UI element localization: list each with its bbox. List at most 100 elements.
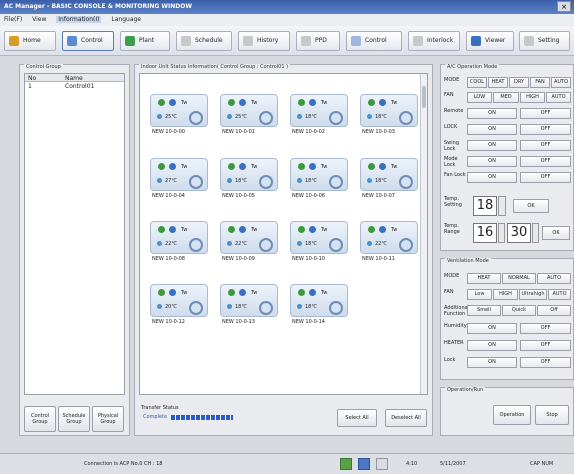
temp-low-spinner[interactable] — [498, 223, 505, 243]
vent-fan-ultrahigh-button[interactable]: Ultrahigh — [519, 289, 547, 300]
stop-button[interactable]: Stop — [535, 405, 569, 425]
unit-card[interactable]: Tw 25℃ — [220, 94, 278, 127]
swing-lock-on-button[interactable]: ON — [467, 140, 517, 151]
indoor-unit[interactable]: Tw 18℃ NEW 10-0-03 — [360, 94, 418, 138]
temp-setting-spinner[interactable] — [498, 196, 506, 216]
unit-card[interactable]: Tw 18℃ — [290, 284, 348, 317]
control-group-list[interactable]: No Name 1 Control01 — [24, 73, 125, 395]
unit-card[interactable]: Tw 22℃ — [220, 221, 278, 254]
fan-high-button[interactable]: HIGH — [520, 92, 545, 103]
temp-setting-field[interactable]: 18 — [473, 196, 497, 216]
indoor-unit[interactable]: Tw 18℃ NEW 10-0-02 — [290, 94, 348, 138]
schedule-group-button[interactable]: Schedule Group — [58, 406, 90, 432]
indoor-unit[interactable]: Tw 27℃ NEW 10-0-04 — [150, 158, 208, 202]
indoor-unit[interactable]: Tw 25℃ NEW 10-0-00 — [150, 94, 208, 138]
indoor-unit[interactable]: Tw 22℃ NEW 10-0-09 — [220, 221, 278, 265]
control-group-button[interactable]: Control Group — [24, 406, 56, 432]
indoor-unit[interactable]: Tw 22℃ NEW 10-0-11 — [360, 221, 418, 265]
mode-dry-button[interactable]: DRY — [509, 77, 529, 88]
temp-low-field[interactable]: 16 — [473, 223, 497, 243]
deselect-all-button[interactable]: Deselect All — [385, 409, 427, 427]
mode-auto-button[interactable]: AUTO — [551, 77, 571, 88]
vent-fan-low-button[interactable]: Low — [467, 289, 492, 300]
unit-card[interactable]: Tw 18℃ — [360, 94, 418, 127]
unit-card[interactable]: Tw 22℃ — [150, 221, 208, 254]
vent-auto-button[interactable]: AUTO — [537, 273, 571, 284]
unit-card[interactable]: Tw 25℃ — [150, 94, 208, 127]
unit-scrollbar[interactable] — [420, 74, 427, 394]
temp-high-spinner[interactable] — [532, 223, 539, 243]
ppd-button[interactable]: PPD — [296, 31, 340, 51]
fan-lock-on-button[interactable]: ON — [467, 172, 517, 183]
unit-card[interactable]: Tw 18℃ — [220, 284, 278, 317]
unit-card[interactable]: Tw 18℃ — [290, 94, 348, 127]
indoor-unit[interactable]: Tw 18℃ NEW 10-0-13 — [220, 284, 278, 328]
unit-card[interactable]: Tw 18℃ — [290, 158, 348, 191]
operation-button[interactable]: Operation — [493, 405, 531, 425]
vent-lock-off-button[interactable]: OFF — [520, 357, 571, 368]
temp-high-field[interactable]: 30 — [507, 223, 531, 243]
list-item[interactable]: 1 Control01 — [25, 83, 124, 90]
indoor-unit[interactable]: Tw 20℃ NEW 10-0-12 — [150, 284, 208, 328]
unit-card[interactable]: Tw 22℃ — [360, 221, 418, 254]
swing-lock-off-button[interactable]: OFF — [520, 140, 571, 151]
vent-lock-on-button[interactable]: ON — [467, 357, 517, 368]
remote-off-button[interactable]: OFF — [520, 108, 571, 119]
humidity-on-button[interactable]: ON — [467, 323, 517, 334]
setting-button[interactable]: Setting — [519, 31, 570, 51]
temp-range-ok-button[interactable]: OK — [542, 226, 570, 240]
heater-on-button[interactable]: ON — [467, 340, 517, 351]
indoor-unit[interactable]: Tw 22℃ NEW 10-0-08 — [150, 221, 208, 265]
mode-lock-on-button[interactable]: ON — [467, 156, 517, 167]
vent-fan-auto-button[interactable]: AUTO — [548, 289, 571, 300]
menu-language[interactable]: Language — [111, 16, 141, 23]
interlock-button[interactable]: Interlock — [408, 31, 460, 51]
unit-card[interactable]: Tw 18℃ — [290, 221, 348, 254]
scroll-thumb[interactable] — [422, 86, 426, 108]
close-icon[interactable]: × — [557, 1, 571, 12]
vent-fan-high-button[interactable]: HIGH — [493, 289, 518, 300]
mode-lock-off-button[interactable]: OFF — [520, 156, 571, 167]
fan-low-button[interactable]: LOW — [467, 92, 492, 103]
fan-auto-button[interactable]: AUTO — [546, 92, 571, 103]
fan-lock-off-button[interactable]: OFF — [520, 172, 571, 183]
indoor-unit[interactable]: Tw 18℃ NEW 10-0-14 — [290, 284, 348, 328]
indoor-unit[interactable]: Tw 18℃ NEW 10-0-05 — [220, 158, 278, 202]
additional-off-button[interactable]: Off — [537, 305, 571, 316]
additional-smell-button[interactable]: Smell — [467, 305, 501, 316]
fan-med-button[interactable]: MED — [493, 92, 519, 103]
lock-off-button[interactable]: OFF — [520, 124, 571, 135]
remote-on-button[interactable]: ON — [467, 108, 517, 119]
temp-setting-ok-button[interactable]: OK — [513, 199, 549, 213]
mode-cool-button[interactable]: COOL — [467, 77, 487, 88]
unit-card[interactable]: Tw 18℃ — [220, 158, 278, 191]
unit-card[interactable]: Tw 27℃ — [150, 158, 208, 191]
control2-button[interactable]: Control — [346, 31, 402, 51]
vent-normal-button[interactable]: NORMAL — [502, 273, 536, 284]
menu-file[interactable]: File(F) — [4, 16, 22, 23]
mode-heat-button[interactable]: HEAT — [488, 77, 508, 88]
schedule-button[interactable]: Schedule — [176, 31, 232, 51]
home-button[interactable]: Home — [4, 31, 56, 51]
indoor-unit[interactable]: Tw 18℃ NEW 10-0-07 — [360, 158, 418, 202]
humidity-off-button[interactable]: OFF — [520, 323, 571, 334]
menu-view[interactable]: View — [32, 16, 46, 23]
menu-information[interactable]: Information(I) — [56, 16, 102, 23]
unit-mode-icon — [309, 163, 316, 170]
indoor-unit[interactable]: Tw 18℃ NEW 10-0-06 — [290, 158, 348, 202]
viewer-button[interactable]: Viewer — [466, 31, 514, 51]
select-all-button[interactable]: Select All — [337, 409, 377, 427]
plant-button[interactable]: Plant — [120, 31, 170, 51]
history-button[interactable]: History — [238, 31, 290, 51]
additional-quick-button[interactable]: Quick — [502, 305, 536, 316]
mode-fan-button[interactable]: FAN — [530, 77, 550, 88]
unit-card[interactable]: Tw 18℃ — [360, 158, 418, 191]
vent-heat-button[interactable]: HEAT — [467, 273, 501, 284]
lock-on-button[interactable]: ON — [467, 124, 517, 135]
control-button[interactable]: Control — [62, 31, 114, 51]
heater-off-button[interactable]: OFF — [520, 340, 571, 351]
indoor-unit[interactable]: Tw 25℃ NEW 10-0-01 — [220, 94, 278, 138]
indoor-unit[interactable]: Tw 18℃ NEW 10-0-10 — [290, 221, 348, 265]
physical-group-button[interactable]: Physical Group — [92, 406, 124, 432]
unit-card[interactable]: Tw 20℃ — [150, 284, 208, 317]
